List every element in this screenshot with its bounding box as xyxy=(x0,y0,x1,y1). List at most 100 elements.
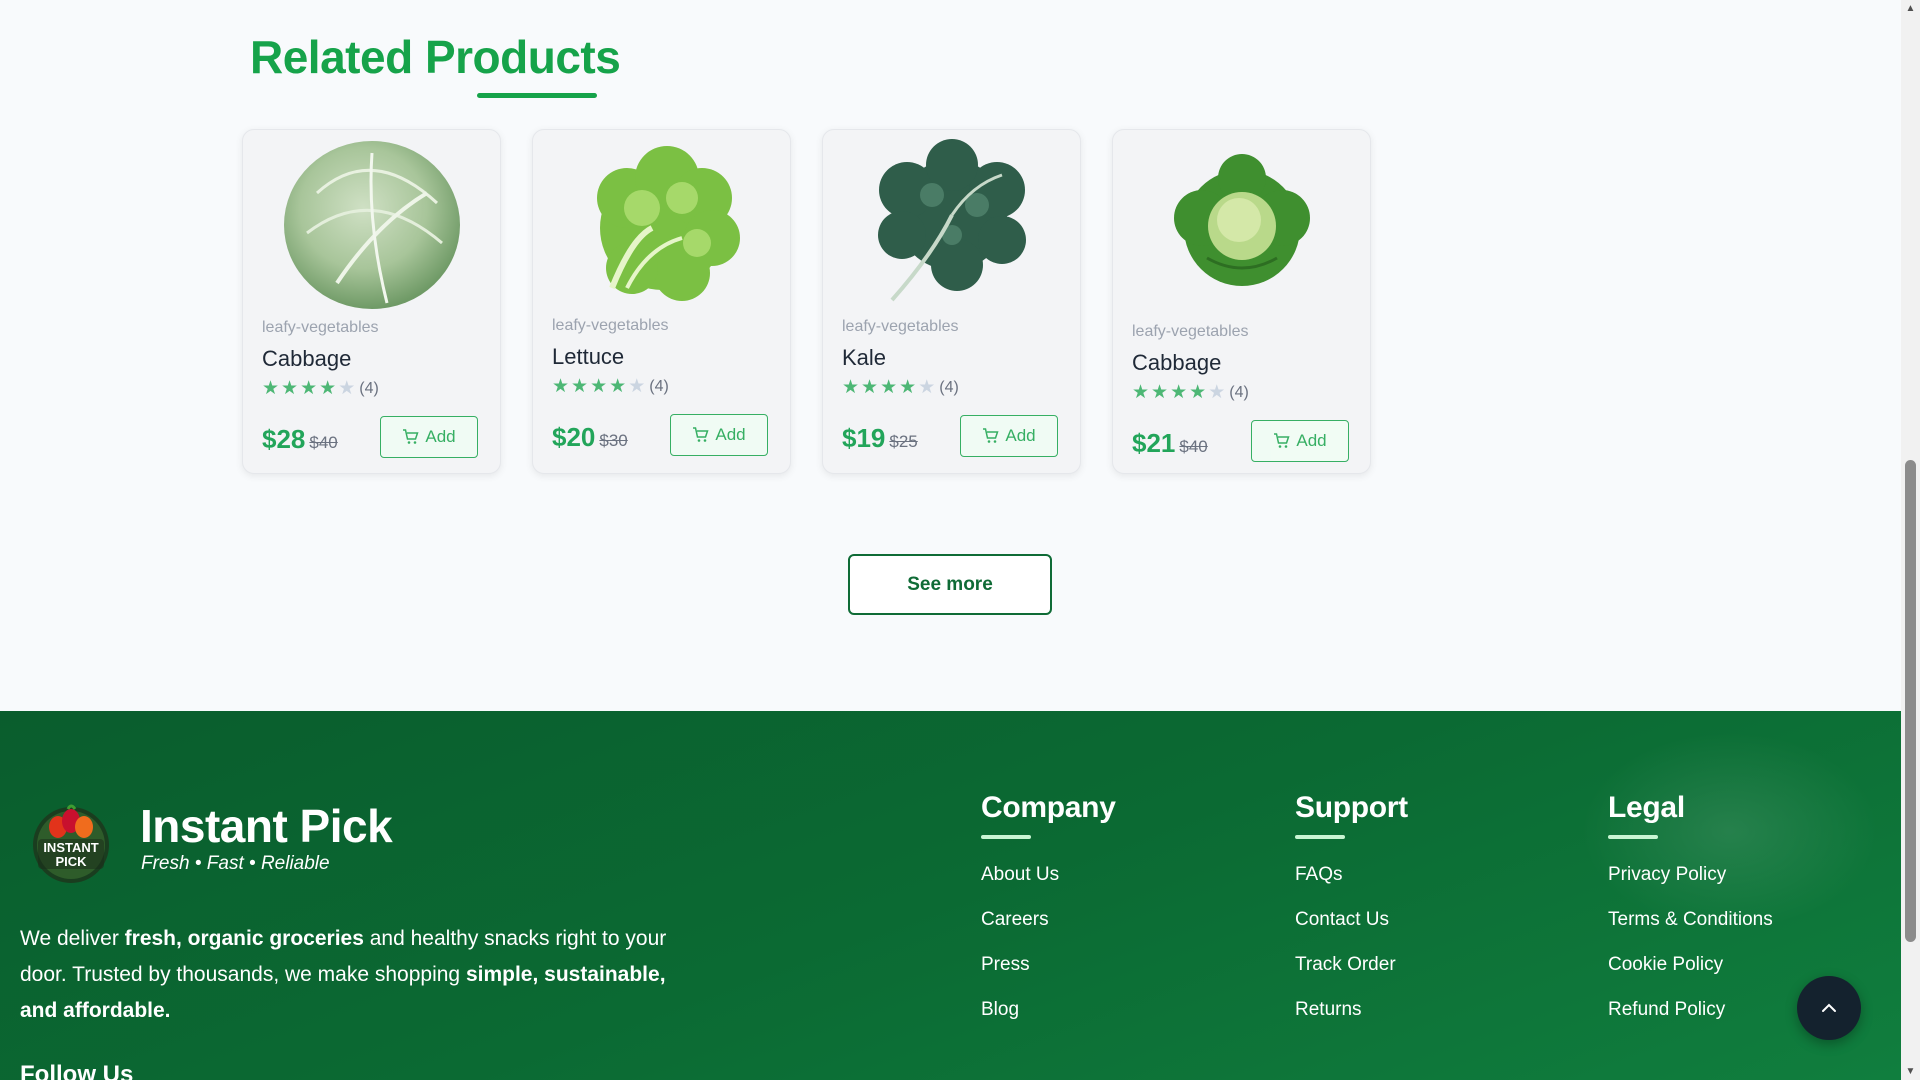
star-icon: ★ xyxy=(571,376,589,397)
add-label: Add xyxy=(425,427,456,446)
add-label: Add xyxy=(1005,426,1036,445)
cart-icon xyxy=(403,429,419,444)
link-track-order[interactable]: Track Order xyxy=(1295,954,1396,976)
see-more-button[interactable]: See more xyxy=(848,554,1052,615)
link-careers[interactable]: Careers xyxy=(981,909,1049,931)
product-category: leafy-vegetables xyxy=(552,317,669,334)
add-to-cart-button[interactable]: Add xyxy=(380,416,478,458)
title-underline xyxy=(477,93,597,98)
star-icon: ★ xyxy=(1189,382,1207,403)
product-price: $20 $30 xyxy=(552,422,628,453)
support-title: Support xyxy=(1295,791,1408,824)
product-card[interactable]: leafy-vegetables Kale ★ ★ ★ ★ ★ (4) $19 $… xyxy=(822,129,1081,474)
star-icon: ★ xyxy=(861,377,879,398)
product-name[interactable]: Cabbage xyxy=(262,346,351,372)
current-price: $19 xyxy=(842,423,886,453)
svg-text:PICK: PICK xyxy=(55,854,87,869)
link-refund-policy[interactable]: Refund Policy xyxy=(1608,999,1725,1021)
link-cookie-policy[interactable]: Cookie Policy xyxy=(1608,954,1723,976)
product-name[interactable]: Kale xyxy=(842,345,886,371)
product-card[interactable]: leafy-vegetables Lettuce ★ ★ ★ ★ ★ (4) $… xyxy=(532,129,791,474)
instant-pick-logo[interactable]: INSTANT PICK xyxy=(28,799,114,885)
page-scrollbar[interactable]: ▲ ▼ xyxy=(1901,0,1920,1080)
old-price: $30 xyxy=(599,431,628,450)
scroll-down-icon[interactable]: ▼ xyxy=(1901,1063,1920,1080)
product-image-cabbage[interactable] xyxy=(243,130,500,315)
link-press[interactable]: Press xyxy=(981,954,1030,976)
product-image-kale[interactable] xyxy=(823,130,1080,315)
company-title: Company xyxy=(981,791,1116,824)
old-price: $25 xyxy=(889,432,918,451)
scroll-up-icon[interactable]: ▲ xyxy=(1901,0,1920,17)
link-blog[interactable]: Blog xyxy=(981,999,1019,1021)
product-category: leafy-vegetables xyxy=(842,318,959,335)
review-count: (4) xyxy=(359,379,379,397)
star-icon: ★ xyxy=(590,376,608,397)
star-icon: ★ xyxy=(300,378,318,399)
footer: INSTANT PICK Instant Pick Fresh • Fast •… xyxy=(0,711,1901,1080)
star-empty-icon: ★ xyxy=(338,378,356,399)
product-image-cabbage[interactable] xyxy=(1113,130,1370,315)
star-icon: ★ xyxy=(609,376,627,397)
cart-icon xyxy=(1274,433,1290,448)
star-icon: ★ xyxy=(880,377,898,398)
add-to-cart-button[interactable]: Add xyxy=(670,414,768,456)
star-empty-icon: ★ xyxy=(1208,382,1226,403)
star-empty-icon: ★ xyxy=(918,377,936,398)
svg-text:INSTANT: INSTANT xyxy=(43,840,98,855)
product-category: leafy-vegetables xyxy=(262,319,379,336)
star-icon: ★ xyxy=(262,378,280,399)
product-image-lettuce[interactable] xyxy=(533,130,790,315)
link-contact-us[interactable]: Contact Us xyxy=(1295,909,1389,931)
star-icon: ★ xyxy=(319,378,337,399)
star-empty-icon: ★ xyxy=(628,376,646,397)
add-label: Add xyxy=(1296,431,1327,450)
column-underline xyxy=(1295,835,1345,839)
product-name[interactable]: Cabbage xyxy=(1132,350,1221,376)
add-to-cart-button[interactable]: Add xyxy=(960,415,1058,457)
chevron-up-icon xyxy=(1822,1003,1836,1012)
product-rating: ★ ★ ★ ★ ★ (4) xyxy=(1132,381,1249,404)
old-price: $40 xyxy=(309,433,338,452)
review-count: (4) xyxy=(1229,383,1249,401)
link-about-us[interactable]: About Us xyxy=(981,864,1059,886)
link-returns[interactable]: Returns xyxy=(1295,999,1362,1021)
brand-name: Instant Pick xyxy=(140,800,393,852)
current-price: $20 xyxy=(552,422,596,452)
product-card[interactable]: leafy-vegetables Cabbage ★ ★ ★ ★ ★ (4) $… xyxy=(242,129,501,474)
about-text: We deliver fresh, organic groceries and … xyxy=(20,927,667,1022)
old-price: $40 xyxy=(1179,437,1208,456)
product-rating: ★ ★ ★ ★ ★ (4) xyxy=(552,375,669,398)
link-faqs[interactable]: FAQs xyxy=(1295,864,1343,886)
star-icon: ★ xyxy=(552,376,570,397)
star-icon: ★ xyxy=(842,377,860,398)
product-category: leafy-vegetables xyxy=(1132,323,1249,340)
product-name[interactable]: Lettuce xyxy=(552,344,624,370)
page: Related Products leafy-vegetables Cabbag… xyxy=(0,0,1901,1080)
follow-us-title: Follow Us xyxy=(20,1061,134,1080)
current-price: $21 xyxy=(1132,428,1176,458)
star-icon: ★ xyxy=(899,377,917,398)
star-icon: ★ xyxy=(1132,382,1150,403)
review-count: (4) xyxy=(649,377,669,395)
product-price: $28 $40 xyxy=(262,424,338,455)
brand-tagline: Fresh • Fast • Reliable xyxy=(141,853,330,874)
product-rating: ★ ★ ★ ★ ★ (4) xyxy=(262,377,379,400)
review-count: (4) xyxy=(939,378,959,396)
product-rating: ★ ★ ★ ★ ★ (4) xyxy=(842,376,959,399)
column-underline xyxy=(981,835,1031,839)
legal-title: Legal xyxy=(1608,791,1685,824)
star-icon: ★ xyxy=(281,378,299,399)
link-privacy-policy[interactable]: Privacy Policy xyxy=(1608,864,1726,886)
link-terms-conditions[interactable]: Terms & Conditions xyxy=(1608,909,1773,931)
star-icon: ★ xyxy=(1151,382,1169,403)
scrollbar-thumb[interactable] xyxy=(1905,460,1916,942)
add-to-cart-button[interactable]: Add xyxy=(1251,420,1349,462)
back-to-top-button[interactable] xyxy=(1797,976,1861,1040)
product-price: $21 $40 xyxy=(1132,428,1208,459)
cart-icon xyxy=(693,427,709,442)
product-price: $19 $25 xyxy=(842,423,918,454)
product-card[interactable]: leafy-vegetables Cabbage ★ ★ ★ ★ ★ (4) $… xyxy=(1112,129,1371,474)
add-label: Add xyxy=(715,425,746,444)
star-icon: ★ xyxy=(1170,382,1188,403)
